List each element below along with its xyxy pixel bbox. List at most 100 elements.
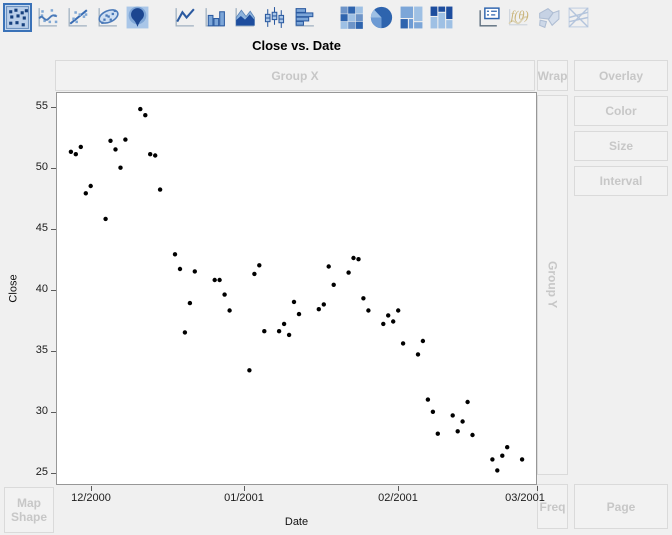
data-point[interactable]	[247, 368, 252, 373]
data-point[interactable]	[138, 106, 143, 112]
data-point[interactable]	[192, 269, 197, 274]
toolbar-button-treemap[interactable]	[397, 3, 426, 32]
data-point[interactable]	[217, 277, 222, 283]
drop-zone-group-y[interactable]: Group Y	[537, 95, 568, 475]
data-point[interactable]	[316, 307, 321, 312]
toolbar-button-caption-box[interactable]	[474, 3, 503, 32]
data-point[interactable]	[420, 338, 426, 344]
data-point[interactable]	[212, 277, 217, 283]
toolbar-button-smoother[interactable]	[33, 3, 62, 32]
toolbar-button-ellipse[interactable]	[93, 3, 122, 32]
toolbar-button-area[interactable]	[230, 3, 259, 32]
y-axis-tick-label[interactable]: 35	[20, 344, 48, 356]
y-axis-tick-label[interactable]: 40	[20, 283, 48, 295]
drop-zone-group-x[interactable]: Group X	[55, 60, 535, 91]
data-point[interactable]	[157, 187, 163, 192]
x-axis-tick-label[interactable]: 02/2001	[368, 492, 428, 504]
data-point[interactable]	[187, 300, 193, 306]
drop-zone-map-shape[interactable]: Map Shape	[4, 487, 54, 533]
data-point[interactable]	[346, 270, 351, 275]
data-point[interactable]	[252, 271, 257, 277]
data-point[interactable]	[455, 429, 460, 434]
data-point[interactable]	[425, 397, 431, 402]
toolbar-button-contour[interactable]	[123, 3, 152, 32]
data-point[interactable]	[153, 153, 158, 158]
y-axis-tick-label[interactable]: 45	[20, 222, 48, 234]
data-point[interactable]	[435, 431, 440, 436]
graph-title[interactable]: Close vs. Date	[56, 38, 537, 53]
drop-zone-overlay[interactable]: Overlay	[574, 60, 668, 91]
toolbar-button-box-plot[interactable]	[260, 3, 289, 32]
data-point[interactable]	[108, 138, 113, 143]
data-point[interactable]	[465, 399, 470, 405]
data-point[interactable]	[505, 445, 510, 450]
data-point[interactable]	[500, 453, 505, 458]
drop-zone-wrap[interactable]: Wrap	[537, 60, 568, 91]
data-point[interactable]	[262, 329, 267, 334]
x-axis-tick-label[interactable]: 03/2001	[495, 492, 555, 504]
data-point[interactable]	[123, 137, 128, 142]
data-point[interactable]	[361, 296, 366, 301]
toolbar-button-line-of-fit[interactable]	[63, 3, 92, 32]
toolbar-button-points[interactable]	[3, 3, 32, 32]
data-point[interactable]	[182, 330, 188, 335]
drop-zone-interval[interactable]: Interval	[574, 166, 668, 196]
data-point[interactable]	[326, 264, 331, 269]
toolbar-button-line[interactable]	[170, 3, 199, 32]
y-axis-tick-label[interactable]: 25	[20, 466, 48, 478]
data-point[interactable]	[415, 352, 421, 357]
drop-zone-size[interactable]: Size	[574, 131, 668, 161]
data-point[interactable]	[148, 152, 153, 157]
data-point[interactable]	[291, 299, 297, 305]
toolbar-button-heatmap[interactable]	[337, 3, 366, 32]
data-point[interactable]	[281, 321, 287, 327]
data-point[interactable]	[391, 319, 396, 324]
data-point[interactable]	[118, 165, 123, 170]
toolbar-button-bar[interactable]	[200, 3, 229, 32]
data-point[interactable]	[321, 302, 326, 307]
data-point[interactable]	[177, 266, 183, 272]
data-point[interactable]	[331, 282, 336, 287]
data-point[interactable]	[495, 468, 500, 473]
data-point[interactable]	[286, 332, 292, 338]
data-point[interactable]	[490, 457, 495, 462]
toolbar-button-map-shapes[interactable]	[534, 3, 563, 32]
data-point[interactable]	[103, 216, 108, 222]
data-point[interactable]	[396, 308, 401, 313]
data-point[interactable]	[172, 252, 178, 257]
y-axis-tick-label[interactable]: 50	[20, 161, 48, 173]
data-point[interactable]	[381, 321, 386, 327]
x-axis-title[interactable]: Date	[56, 516, 537, 528]
y-axis-title[interactable]: Close	[8, 269, 21, 309]
data-point[interactable]	[78, 144, 83, 150]
data-point[interactable]	[356, 257, 361, 262]
y-axis-tick-label[interactable]: 55	[20, 100, 48, 112]
data-point[interactable]	[83, 191, 88, 196]
x-axis-tick-label[interactable]: 01/2001	[214, 492, 274, 504]
drop-zone-freq[interactable]: Freq	[537, 484, 568, 529]
data-point[interactable]	[276, 329, 282, 334]
drop-zone-color[interactable]: Color	[574, 96, 668, 126]
data-point[interactable]	[113, 147, 118, 152]
data-point[interactable]	[73, 152, 78, 157]
data-point[interactable]	[400, 341, 406, 346]
data-point[interactable]	[68, 149, 74, 154]
data-point[interactable]	[366, 308, 371, 313]
plot-area[interactable]	[56, 92, 537, 485]
x-axis-tick-label[interactable]: 12/2000	[61, 492, 121, 504]
drop-zone-page[interactable]: Page	[574, 484, 668, 529]
y-axis-tick-label[interactable]: 30	[20, 405, 48, 417]
data-point[interactable]	[222, 292, 227, 297]
data-point[interactable]	[430, 409, 436, 414]
toolbar-button-histogram[interactable]	[290, 3, 319, 32]
data-point[interactable]	[227, 308, 232, 313]
data-point[interactable]	[257, 263, 262, 268]
toolbar-button-formula[interactable]: f(θ)	[504, 3, 533, 32]
data-point[interactable]	[296, 311, 302, 317]
data-point[interactable]	[460, 419, 465, 424]
data-point[interactable]	[450, 413, 455, 418]
data-point[interactable]	[88, 183, 93, 189]
data-point[interactable]	[519, 457, 525, 462]
data-point[interactable]	[470, 432, 475, 438]
data-point[interactable]	[351, 255, 356, 261]
